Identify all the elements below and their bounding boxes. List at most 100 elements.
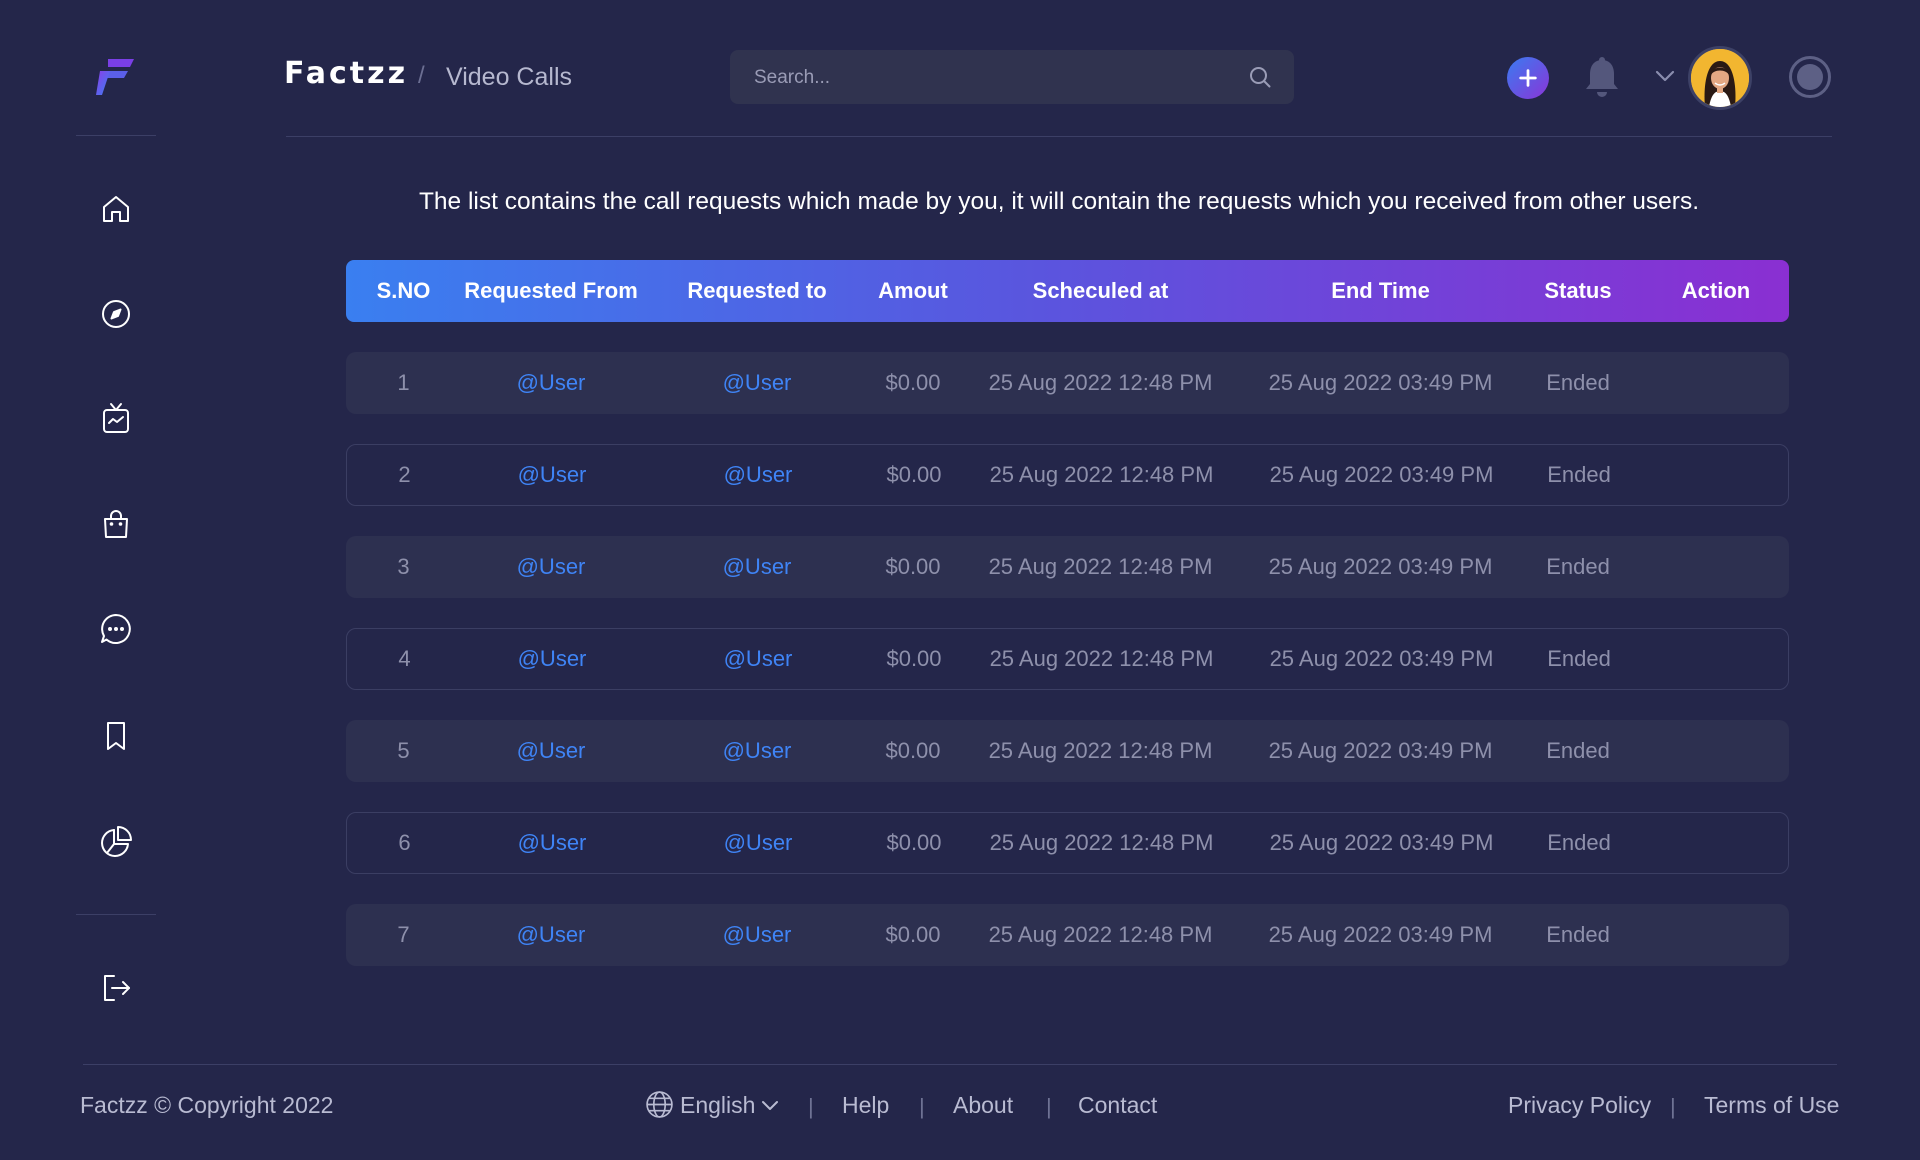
row-status: Ended	[1547, 830, 1611, 855]
footer-separator: |	[919, 1094, 925, 1119]
row-status: Ended	[1547, 462, 1611, 487]
footer-separator: |	[1046, 1094, 1052, 1119]
row-action	[1643, 720, 1789, 782]
row-scheduled-at: 25 Aug 2022 12:48 PM	[988, 370, 1213, 395]
brand-title[interactable]: Factzz	[284, 56, 408, 91]
tv-icon	[103, 403, 129, 433]
footer-link-contact[interactable]: Contact	[1078, 1092, 1157, 1119]
row-sno: 1	[397, 370, 410, 395]
requested-to-link[interactable]: @User	[724, 830, 793, 856]
table-row: 1 @User @User $0.00 25 Aug 2022 12:48 PM…	[346, 352, 1789, 414]
sidebar-divider	[76, 135, 156, 136]
row-action	[1643, 904, 1789, 966]
requested-from-link[interactable]: @User	[517, 554, 586, 580]
row-sno: 3	[397, 554, 410, 579]
sidebar-divider-bottom	[76, 914, 156, 915]
row-amount: $0.00	[885, 738, 941, 763]
row-status: Ended	[1546, 738, 1610, 763]
notification-bell-icon[interactable]	[1582, 56, 1622, 100]
requested-from-link[interactable]: @User	[518, 830, 587, 856]
table-row: 6 @User @User $0.00 25 Aug 2022 12:48 PM…	[346, 812, 1789, 874]
requested-to-link[interactable]: @User	[723, 738, 792, 764]
bookmark-icon	[107, 722, 125, 750]
language-selector[interactable]: English	[645, 1091, 779, 1119]
breadcrumb-separator: /	[418, 62, 425, 89]
row-amount: $0.00	[886, 646, 942, 671]
footer-separator: |	[1670, 1094, 1676, 1119]
plus-icon	[1519, 69, 1537, 87]
sidebar-item-messages[interactable]	[92, 605, 140, 653]
footer-divider	[83, 1064, 1837, 1065]
row-end-time: 25 Aug 2022 03:49 PM	[1268, 370, 1493, 395]
row-action	[1644, 629, 1790, 689]
row-scheduled-at: 25 Aug 2022 12:48 PM	[988, 554, 1213, 579]
chevron-down-icon	[762, 1100, 779, 1110]
row-action	[1643, 352, 1789, 414]
footer-link-about[interactable]: About	[953, 1092, 1013, 1119]
requested-to-link[interactable]: @User	[724, 462, 793, 488]
row-action	[1644, 445, 1790, 505]
table-row: 7 @User @User $0.00 25 Aug 2022 12:48 PM…	[346, 904, 1789, 966]
search-input[interactable]	[752, 50, 1236, 106]
logout-icon	[104, 975, 130, 1001]
sidebar-item-bookmarks[interactable]	[92, 712, 140, 760]
row-amount: $0.00	[885, 922, 941, 947]
requested-from-link[interactable]: @User	[517, 370, 586, 396]
compass-icon	[102, 300, 130, 328]
column-header-sno: S.NO	[376, 278, 431, 303]
chevron-down-icon[interactable]	[1654, 68, 1676, 84]
row-status: Ended	[1546, 370, 1610, 395]
requested-to-link[interactable]: @User	[723, 922, 792, 948]
requested-to-link[interactable]: @User	[723, 554, 792, 580]
column-header-end-time: End Time	[1331, 278, 1430, 303]
column-header-scheduled-at: Scheculed at	[1032, 278, 1169, 303]
requested-from-link[interactable]: @User	[518, 462, 587, 488]
footer-copyright: Factzz © Copyright 2022	[80, 1092, 334, 1118]
add-button[interactable]	[1507, 57, 1549, 99]
factzz-logo-icon[interactable]	[94, 55, 138, 99]
row-sno: 4	[398, 646, 411, 671]
row-scheduled-at: 25 Aug 2022 12:48 PM	[989, 462, 1214, 487]
header-divider	[286, 136, 1832, 137]
footer-link-help[interactable]: Help	[842, 1092, 889, 1119]
requested-from-link[interactable]: @User	[517, 922, 586, 948]
column-header-requested-to: Requested to	[687, 278, 827, 303]
requested-from-link[interactable]: @User	[517, 738, 586, 764]
search-icon[interactable]	[1248, 65, 1272, 89]
row-sno: 5	[397, 738, 410, 763]
sidebar-item-shop[interactable]	[92, 500, 140, 548]
sidebar-item-explore[interactable]	[92, 290, 140, 338]
row-end-time: 25 Aug 2022 03:49 PM	[1268, 554, 1493, 579]
sidebar-item-live[interactable]	[92, 395, 140, 443]
row-status: Ended	[1546, 922, 1610, 947]
row-end-time: 25 Aug 2022 03:49 PM	[1269, 646, 1494, 671]
video-calls-table: S.NO Requested From Requested to Amout S…	[346, 260, 1789, 966]
footer-link-privacy-policy[interactable]: Privacy Policy	[1508, 1092, 1651, 1119]
theme-toggle[interactable]	[1789, 56, 1831, 98]
theme-toggle-knob	[1797, 64, 1823, 90]
row-end-time: 25 Aug 2022 03:49 PM	[1269, 830, 1494, 855]
chat-icon	[101, 614, 131, 644]
requested-to-link[interactable]: @User	[724, 646, 793, 672]
row-end-time: 25 Aug 2022 03:49 PM	[1268, 922, 1493, 947]
row-scheduled-at: 25 Aug 2022 12:48 PM	[988, 738, 1213, 763]
shopping-bag-icon	[104, 510, 128, 538]
row-sno: 2	[398, 462, 411, 487]
row-action	[1644, 813, 1790, 873]
row-scheduled-at: 25 Aug 2022 12:48 PM	[989, 830, 1214, 855]
table-row: 3 @User @User $0.00 25 Aug 2022 12:48 PM…	[346, 536, 1789, 598]
footer-link-terms-of-use[interactable]: Terms of Use	[1704, 1092, 1839, 1119]
sidebar-item-home[interactable]	[92, 185, 140, 233]
row-status: Ended	[1546, 554, 1610, 579]
pie-chart-icon	[101, 826, 132, 857]
row-action	[1643, 536, 1789, 598]
logout-button[interactable]	[92, 964, 140, 1012]
row-scheduled-at: 25 Aug 2022 12:48 PM	[989, 646, 1214, 671]
row-status: Ended	[1547, 646, 1611, 671]
row-sno: 7	[397, 922, 410, 947]
requested-to-link[interactable]: @User	[723, 370, 792, 396]
avatar[interactable]	[1688, 46, 1752, 110]
row-end-time: 25 Aug 2022 03:49 PM	[1269, 462, 1494, 487]
requested-from-link[interactable]: @User	[518, 646, 587, 672]
sidebar-item-analytics[interactable]	[92, 818, 140, 866]
